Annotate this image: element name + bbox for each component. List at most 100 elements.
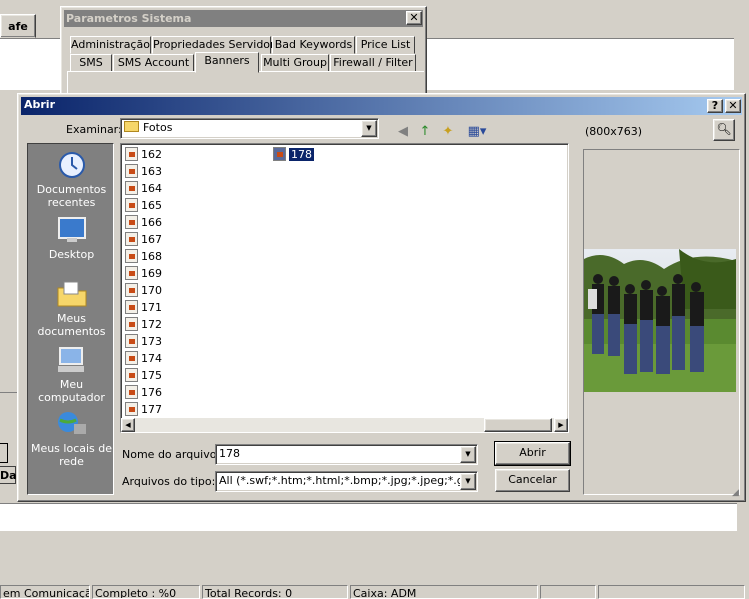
my-documents-icon	[57, 281, 86, 307]
parameters-dialog: Parametros Sistema ✕ Administração Propr…	[60, 6, 427, 102]
scroll-right-icon[interactable]: ▶	[554, 418, 568, 432]
file-item[interactable]: 164	[125, 180, 162, 197]
back-icon[interactable]: ◀	[394, 123, 412, 141]
image-file-icon	[125, 402, 138, 416]
status-progress: Completo : %0	[92, 585, 200, 599]
parameters-close-button[interactable]: ✕	[406, 11, 422, 25]
filetype-label: Arquivos do tipo:	[122, 475, 216, 488]
filename-value: 178	[219, 447, 240, 460]
tab-multi-group[interactable]: Multi Group	[261, 54, 329, 72]
image-file-icon	[125, 147, 138, 161]
file-item[interactable]: 165	[125, 197, 162, 214]
image-file-icon	[125, 215, 138, 229]
image-file-icon	[125, 164, 138, 178]
file-item[interactable]: 167	[125, 231, 162, 248]
tab-price-list[interactable]: Price List	[356, 36, 415, 54]
place-my-documents[interactable]: Meus documentos	[28, 278, 115, 338]
file-item[interactable]: 166	[125, 214, 162, 231]
tab-banners[interactable]: Banners	[195, 52, 259, 73]
preview-size-label: (800x763)	[585, 125, 643, 138]
place-network[interactable]: Meus locais de rede	[28, 408, 115, 468]
chevron-down-icon[interactable]: ▼	[361, 120, 377, 137]
file-item[interactable]: 163	[125, 163, 162, 180]
open-button[interactable]: Abrir	[494, 441, 571, 466]
cancel-button[interactable]: Cancelar	[495, 469, 570, 492]
file-list-hscrollbar[interactable]: ◀ ▶	[121, 418, 568, 432]
tab-sms-account[interactable]: SMS Account	[113, 54, 194, 72]
file-item[interactable]: 175	[125, 367, 162, 384]
filename-input[interactable]: 178 ▼	[215, 444, 478, 465]
scroll-left-icon[interactable]: ◀	[121, 418, 135, 432]
image-file-icon	[125, 368, 138, 382]
file-item[interactable]: 162	[125, 146, 162, 163]
open-file-dialog: Abrir ? ✕ Examinar: Fotos ▼ ◀ ↑ ✦ ▦▾ (80…	[17, 93, 746, 502]
resize-grip-icon[interactable]: ◢	[732, 488, 743, 499]
open-dialog-titlebar: Abrir	[21, 97, 742, 115]
open-dialog-close-button[interactable]: ✕	[725, 99, 741, 113]
folder-icon	[124, 121, 139, 132]
network-places-icon	[57, 412, 86, 434]
background-separator	[0, 392, 18, 393]
image-file-icon	[125, 181, 138, 195]
background-da-label: Da	[0, 466, 17, 484]
file-item[interactable]: 171	[125, 299, 162, 316]
filename-label: Nome do arquivo:	[122, 448, 221, 461]
status-empty-1	[540, 585, 596, 599]
file-item[interactable]: 174	[125, 350, 162, 367]
image-file-icon	[125, 351, 138, 365]
view-menu-icon[interactable]: ▦▾	[464, 123, 490, 141]
place-recent-documents[interactable]: Documentos recentes	[28, 149, 115, 209]
scroll-thumb[interactable]	[484, 418, 552, 432]
tab-bad-keywords[interactable]: Bad Keywords	[272, 36, 355, 54]
image-file-icon	[125, 266, 138, 280]
desktop-icon	[57, 217, 86, 242]
file-item[interactable]: 173	[125, 333, 162, 350]
parameters-dialog-title: Parametros Sistema	[66, 12, 192, 25]
file-item[interactable]: 170	[125, 282, 162, 299]
places-bar: Documentos recentes Desktop Meus documen…	[27, 143, 114, 495]
close-icon: ✕	[409, 11, 419, 24]
status-bar: em Comunicação : Completo : %0 Total Rec…	[0, 585, 749, 599]
look-in-label: Examinar:	[66, 123, 122, 136]
file-item[interactable]: 177	[125, 401, 162, 418]
place-my-computer[interactable]: Meu computador	[28, 344, 115, 404]
recent-documents-icon	[58, 152, 85, 178]
magnifier-icon: 🔍︎	[716, 122, 732, 136]
preview-toggle-button[interactable]: 🔍︎	[713, 119, 735, 141]
background-panel-bottom	[0, 503, 737, 531]
file-item[interactable]: 168	[125, 248, 162, 265]
background-tab[interactable]: afe	[0, 14, 36, 38]
status-empty-2	[598, 585, 745, 599]
file-item[interactable]: 169	[125, 265, 162, 282]
look-in-combo[interactable]: Fotos ▼	[120, 118, 379, 139]
image-file-icon	[125, 317, 138, 331]
image-file-icon	[125, 283, 138, 297]
file-item[interactable]: 176	[125, 384, 162, 401]
background-tab-label: afe	[8, 20, 28, 33]
place-desktop[interactable]: Desktop	[28, 214, 115, 261]
file-list[interactable]: 162 163 164 165 166 167 168 169 170 171 …	[120, 143, 569, 433]
parameters-dialog-titlebar: Parametros Sistema	[64, 10, 423, 27]
image-file-icon	[125, 385, 138, 399]
tab-firewall-filter[interactable]: Firewall / Filter	[330, 54, 416, 72]
image-file-icon	[273, 147, 286, 161]
status-communication: em Comunicação :	[0, 585, 90, 599]
my-computer-icon	[57, 347, 84, 372]
close-icon: ✕	[728, 99, 738, 112]
chevron-down-icon[interactable]: ▼	[460, 473, 476, 490]
chevron-down-icon[interactable]: ▼	[460, 446, 476, 463]
tab-sms[interactable]: SMS	[70, 54, 112, 72]
status-total-records: Total Records: 0	[202, 585, 348, 599]
file-item-selected[interactable]: 178	[273, 146, 314, 163]
background-icon-button[interactable]	[0, 443, 8, 463]
up-folder-icon[interactable]: ↑	[416, 123, 434, 141]
new-folder-icon[interactable]: ✦	[439, 123, 457, 141]
image-file-icon	[125, 334, 138, 348]
help-icon: ?	[711, 99, 719, 112]
image-file-icon	[125, 232, 138, 246]
file-item[interactable]: 172	[125, 316, 162, 333]
help-button[interactable]: ?	[707, 99, 723, 113]
tab-administracao[interactable]: Administração	[70, 36, 151, 54]
open-dialog-title: Abrir	[24, 98, 56, 111]
filetype-select[interactable]: All (*.swf;*.htm;*.html;*.bmp;*.jpg;*.jp…	[215, 471, 478, 492]
